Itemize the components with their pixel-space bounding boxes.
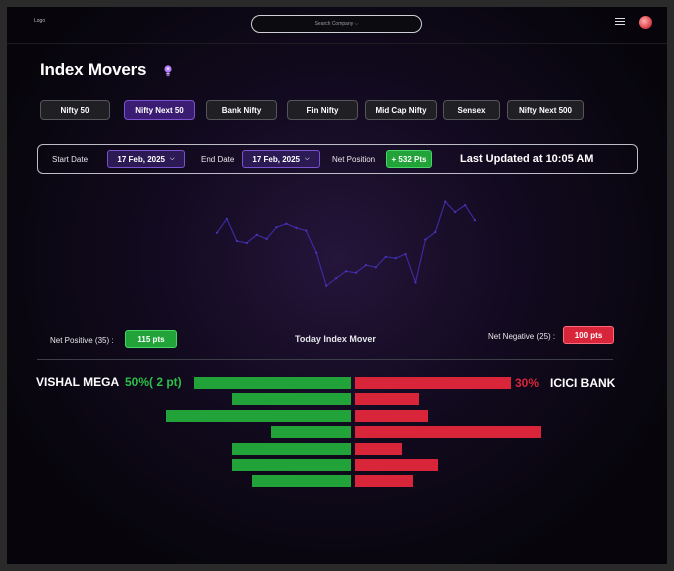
data-point	[305, 229, 308, 232]
loser-bar[interactable]	[355, 426, 541, 439]
gainer-bar[interactable]	[252, 475, 351, 488]
data-point	[404, 252, 407, 256]
data-point	[364, 264, 367, 267]
start-date-picker[interactable]: 17 Feb, 2025 ⌵	[107, 150, 185, 168]
tab-sensex[interactable]: Sensex	[443, 100, 500, 120]
loser-bar[interactable]	[355, 475, 413, 488]
top-gainer-percent: 50%( 2 pt)	[125, 375, 182, 389]
data-point	[424, 238, 427, 241]
last-updated-text: Last Updated at 10:05 AM	[460, 153, 594, 165]
loser-bar[interactable]	[355, 393, 419, 406]
tab-fin-nifty[interactable]: Fin Nifty	[287, 100, 358, 120]
loser-bar[interactable]	[355, 409, 428, 422]
index-line-chart	[215, 200, 477, 287]
gainer-bar[interactable]	[194, 377, 351, 389]
lightbulb-icon	[164, 65, 172, 77]
chevron-down-icon: ⌵	[305, 155, 310, 162]
net-negative-badge: 100 pts	[563, 326, 614, 344]
data-point	[444, 200, 447, 203]
avatar[interactable]	[639, 16, 652, 29]
divider	[37, 359, 613, 360]
data-point	[374, 266, 377, 269]
today-index-mover-title: Today Index Mover	[295, 334, 376, 344]
gainer-bar[interactable]	[271, 426, 351, 439]
data-point	[354, 271, 358, 274]
net-positive-badge: 115 pts	[125, 330, 177, 348]
data-point	[295, 226, 298, 229]
data-point	[334, 277, 338, 280]
data-point	[454, 210, 457, 214]
top-gainer-name: VISHAL MEGA	[36, 375, 120, 389]
net-position-label: Net Position	[332, 155, 376, 164]
data-point	[414, 281, 417, 284]
gainer-bar[interactable]	[166, 409, 351, 422]
net-negative-label: Net Negative (25) :	[488, 332, 556, 341]
search-input[interactable]: Search Company ⌵	[251, 15, 422, 33]
page-title: Index Movers	[40, 60, 147, 79]
data-point	[245, 241, 248, 245]
tab-bank-nifty[interactable]: Bank Nifty	[206, 100, 277, 120]
logo[interactable]: Logo	[34, 18, 45, 24]
end-date-picker[interactable]: 17 Feb, 2025 ⌵	[242, 150, 320, 168]
top-loser-percent: 30%	[515, 376, 540, 390]
start-date-label: Start Date	[52, 155, 89, 164]
hamburger-menu-icon[interactable]	[615, 18, 625, 26]
end-date-label: End Date	[201, 155, 235, 164]
loser-bar[interactable]	[355, 459, 438, 471]
tab-mid-cap-nifty[interactable]: Mid Cap Nifty	[365, 100, 437, 120]
series-line	[216, 200, 476, 287]
data-point	[275, 226, 278, 229]
loser-bar[interactable]	[355, 377, 511, 389]
top-bar: Logo Search Company ⌵	[7, 7, 667, 44]
data-point	[463, 204, 467, 207]
data-point	[285, 222, 288, 225]
end-date-value: 17 Feb, 2025	[252, 154, 301, 164]
tab-nifty-50[interactable]: Nifty 50	[40, 100, 110, 120]
gainer-bar[interactable]	[232, 442, 351, 455]
series-points	[215, 200, 477, 287]
tab-nifty-next-50[interactable]: Nifty Next 50	[124, 100, 195, 120]
data-point	[394, 257, 397, 260]
data-point	[315, 251, 318, 254]
data-point	[255, 233, 258, 236]
gainer-bar[interactable]	[232, 459, 351, 471]
data-point	[265, 237, 268, 240]
data-point	[384, 255, 387, 258]
chevron-down-icon: ⌵	[170, 155, 175, 162]
data-point	[215, 231, 219, 234]
net-positive-label: Net Positive (35) :	[50, 336, 114, 345]
start-date-value: 17 Feb, 2025	[117, 154, 166, 164]
filter-bar: Start Date 17 Feb, 2025 ⌵ End Date 17 Fe…	[37, 144, 638, 174]
data-point	[473, 219, 477, 222]
data-point	[225, 217, 229, 220]
app-window: Logo Search Company ⌵ Index Movers Nifty…	[7, 7, 667, 564]
tab-nifty-next-500[interactable]: Nifty Next 500	[507, 100, 584, 120]
data-point	[235, 239, 238, 243]
data-point	[434, 230, 437, 234]
data-point	[325, 284, 328, 287]
net-position-badge: + 532 Pts	[386, 150, 432, 168]
top-loser-name: ICICI BANK	[550, 376, 616, 390]
gainer-bar[interactable]	[232, 393, 351, 406]
data-point	[344, 270, 348, 273]
loser-bar[interactable]	[355, 442, 402, 455]
